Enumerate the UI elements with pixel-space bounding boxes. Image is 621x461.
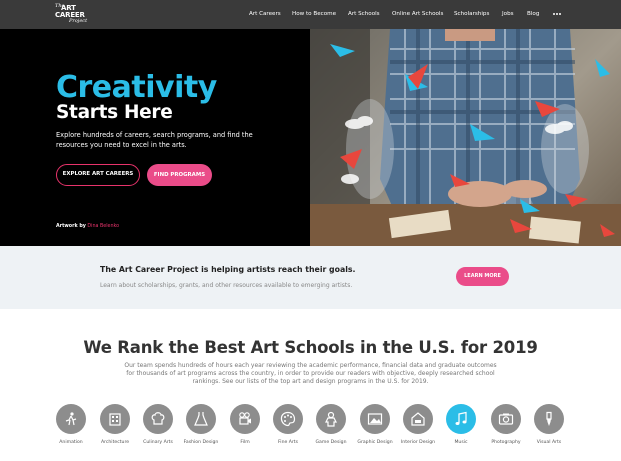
film-camera-icon — [230, 404, 260, 434]
dress-icon — [186, 404, 216, 434]
category-list: Animation Architecture Culinary Arts Fas… — [0, 404, 621, 461]
hero-description: Explore hundreds of careers, search prog… — [56, 131, 253, 149]
learn-more-button[interactable]: LEARN MORE — [456, 267, 509, 286]
credit-prefix: Artwork by — [56, 224, 86, 229]
category-label: Music — [454, 440, 468, 445]
game-character-icon — [316, 404, 346, 434]
category-music[interactable]: Music — [441, 404, 481, 446]
camera-icon — [491, 404, 521, 434]
hero-section: Creativity Starts Here Explore hundreds … — [0, 29, 621, 246]
logo-text: Project — [69, 18, 88, 24]
find-programs-button[interactable]: FIND PROGRAMS — [147, 164, 212, 186]
palette-icon — [273, 404, 303, 434]
category-label: Graphic Design — [357, 440, 393, 445]
category-label: Culinary Arts — [143, 440, 173, 445]
top-nav: The ART CAREER Project Art Careers How t… — [0, 0, 621, 29]
nav-online-art-schools[interactable]: Online Art Schools — [392, 11, 443, 17]
rank-description: Our team spends hundreds of hours each y… — [124, 362, 497, 385]
rank-title: We Rank the Best Art Schools in the U.S.… — [83, 338, 538, 357]
chef-hat-icon — [143, 404, 173, 434]
category-culinary-arts[interactable]: Culinary Arts — [138, 404, 178, 446]
nav-art-schools[interactable]: Art Schools — [348, 11, 380, 17]
site-logo[interactable]: The ART CAREER Project — [55, 4, 91, 26]
category-label: Fine Arts — [277, 440, 298, 445]
category-game-design[interactable]: Game Design — [311, 404, 351, 446]
banner-subtitle: Learn about scholarships, grants, and ot… — [100, 282, 353, 289]
category-label: Animation — [59, 440, 83, 445]
banner-title: The Art Career Project is helping artist… — [100, 265, 356, 274]
hero-artwork-image — [310, 29, 621, 246]
music-note-icon — [446, 404, 476, 434]
category-label: Film — [240, 440, 250, 445]
nav-jobs[interactable]: Jobs — [502, 11, 514, 17]
category-visual-arts[interactable]: Visual Arts — [529, 404, 569, 446]
category-label: Visual Arts — [536, 440, 562, 445]
more-dots-icon[interactable] — [553, 9, 563, 17]
category-label: Interior Design — [400, 440, 436, 445]
category-film[interactable]: Film — [225, 404, 265, 446]
nav-art-careers[interactable]: Art Careers — [249, 11, 281, 17]
category-architecture[interactable]: Architecture — [95, 404, 135, 446]
room-icon — [403, 404, 433, 434]
category-label: Architecture — [100, 440, 130, 445]
explore-art-careers-button[interactable]: EXPLORE ART CAREERS — [56, 164, 140, 186]
nav-blog[interactable]: Blog — [527, 11, 539, 17]
image-frame-icon — [360, 404, 390, 434]
brush-icon — [534, 404, 564, 434]
category-animation[interactable]: Animation — [51, 404, 91, 446]
category-photography[interactable]: Photography — [486, 404, 526, 446]
credit-artist-link[interactable]: Dina Belenko — [87, 224, 119, 229]
hero-artwork-illustration — [310, 29, 621, 246]
hero-title: Creativity — [56, 70, 217, 105]
hero-subtitle: Starts Here — [56, 102, 173, 123]
artwork-credit: Artwork by Dina Belenko — [56, 224, 119, 229]
nav-how-to-become[interactable]: How to Become — [292, 11, 336, 17]
architecture-icon — [100, 404, 130, 434]
category-fashion-design[interactable]: Fashion Design — [181, 404, 221, 446]
category-label: Fashion Design — [183, 440, 219, 445]
category-graphic-design[interactable]: Graphic Design — [355, 404, 395, 446]
category-label: Photography — [491, 440, 521, 445]
animation-icon — [56, 404, 86, 434]
category-fine-arts[interactable]: Fine Arts — [268, 404, 308, 446]
category-label: Game Design — [315, 440, 347, 445]
goals-banner: The Art Career Project is helping artist… — [0, 246, 621, 309]
nav-scholarships[interactable]: Scholarships — [454, 11, 489, 17]
category-interior-design[interactable]: Interior Design — [398, 404, 438, 446]
